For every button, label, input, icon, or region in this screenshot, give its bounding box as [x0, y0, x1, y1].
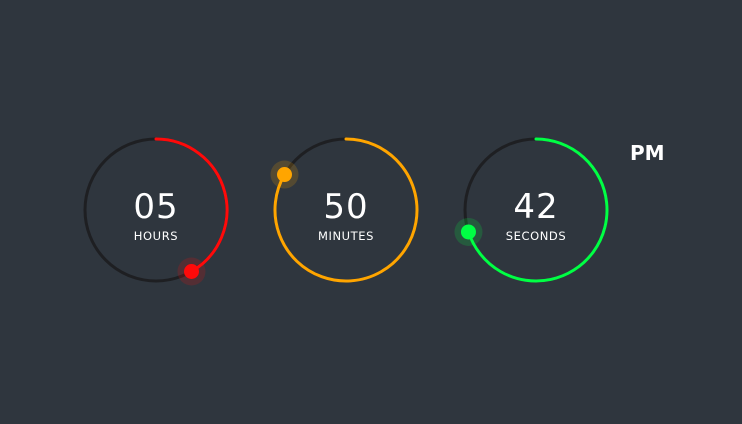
minutes-label: MINUTES	[317, 229, 375, 243]
countdown-clock: 05 HOURS 50 MINUTES 42 SECONDS PM	[0, 0, 742, 424]
seconds-value: 42	[513, 187, 559, 227]
seconds-dial: 42 SECONDS	[454, 137, 609, 283]
seconds-label: SECONDS	[505, 229, 567, 243]
ampm-indicator: PM	[630, 141, 665, 165]
minutes-value: 50	[323, 187, 369, 227]
hours-value: 05	[133, 187, 179, 227]
minutes-indicator-dot	[277, 167, 292, 183]
hours-label: HOURS	[133, 229, 179, 243]
minutes-dial: 50 MINUTES	[270, 137, 419, 283]
hours-indicator-dot	[183, 264, 199, 279]
hours-dial: 05 HOURS	[83, 137, 229, 286]
